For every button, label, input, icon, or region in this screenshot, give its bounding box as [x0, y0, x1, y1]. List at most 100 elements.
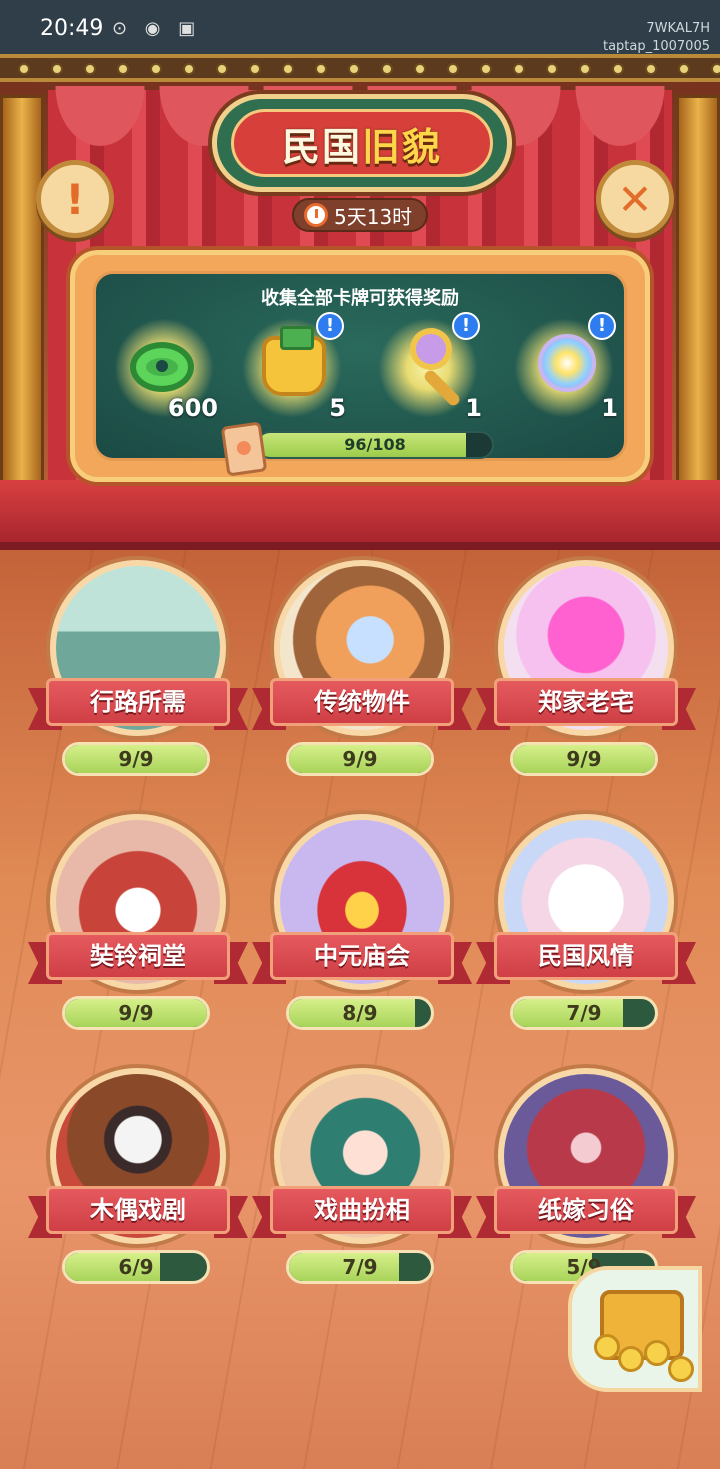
info-badge-icon[interactable]: !: [316, 312, 344, 340]
close-icon: ✕: [617, 174, 653, 224]
coin-icon: [594, 1334, 620, 1360]
reward-panel: 收集全部卡牌可获得奖励 600 ! 5 ! 1 ! 1 96/108: [70, 250, 650, 482]
collection-progress-text: 96/108: [344, 435, 406, 454]
category-card[interactable]: 木偶戏剧 6/9: [28, 1068, 248, 1298]
category-progress-text: 9/9: [342, 747, 378, 771]
coin-icon: [644, 1340, 670, 1366]
category-progress-bar: 6/9: [62, 1250, 210, 1284]
coin-icon: [618, 1346, 644, 1372]
treasure-chest-icon: [262, 326, 326, 396]
category-ribbon: 郑家老宅: [476, 678, 696, 730]
category-progress-text: 9/9: [118, 747, 154, 771]
reward-jade-coin[interactable]: 600: [104, 318, 224, 428]
category-label: 奘铃祠堂: [46, 932, 230, 980]
category-card[interactable]: 郑家老宅 9/9: [476, 560, 696, 790]
category-progress-bar: 7/9: [510, 996, 658, 1030]
category-label: 中元庙会: [270, 932, 454, 980]
category-card[interactable]: 奘铃祠堂 9/9: [28, 814, 248, 1044]
treasure-button[interactable]: [568, 1266, 702, 1392]
category-card[interactable]: 戏曲扮相 7/9: [252, 1068, 472, 1298]
status-time: 20:49: [40, 16, 104, 41]
stage-light-icon: [18, 63, 30, 75]
category-ribbon: 民国风情: [476, 932, 696, 984]
stage-light-icon: [381, 63, 393, 75]
timer-text: 5天13时: [334, 204, 413, 229]
category-label: 行路所需: [46, 678, 230, 726]
category-card[interactable]: 中元庙会 8/9: [252, 814, 472, 1044]
stage-light-icon: [51, 63, 63, 75]
stage-light-icon: [84, 63, 96, 75]
stage-light-icon: [216, 63, 228, 75]
reward-count: 1: [601, 394, 618, 422]
stage-light-icon: [414, 63, 426, 75]
watermark-line1: 7WKAL7H: [646, 21, 710, 36]
watermark: 7WKAL7H taptap_1007005: [603, 20, 710, 56]
info-badge-icon[interactable]: !: [588, 312, 616, 340]
category-card[interactable]: 行路所需 9/9: [28, 560, 248, 790]
category-progress-bar: 7/9: [286, 1250, 434, 1284]
category-progress-text: 7/9: [342, 1255, 378, 1279]
reward-count: 600: [167, 394, 218, 422]
info-button[interactable]: !: [36, 160, 114, 238]
category-label: 纸嫁习俗: [494, 1186, 678, 1234]
category-card[interactable]: 民国风情 7/9: [476, 814, 696, 1044]
category-ribbon: 戏曲扮相: [252, 1186, 472, 1238]
stage-light-icon: [645, 63, 657, 75]
stage-light-icon: [513, 63, 525, 75]
category-ribbon: 木偶戏剧: [28, 1186, 248, 1238]
reward-count: 1: [465, 394, 482, 422]
category-label: 木偶戏剧: [46, 1186, 230, 1234]
reward-panel-title: 收集全部卡牌可获得奖励: [261, 288, 459, 309]
stage-light-icon: [612, 63, 624, 75]
category-progress-bar: 9/9: [62, 996, 210, 1030]
reward-golden-mirror[interactable]: ! 1: [368, 312, 488, 428]
magic-orb-icon: [538, 334, 596, 392]
category-progress-text: 9/9: [566, 747, 602, 771]
page-title: 民国 旧貌: [231, 109, 493, 177]
category-label: 郑家老宅: [494, 678, 678, 726]
event-title-plate: 民国 旧貌: [212, 94, 512, 192]
category-ribbon: 中元庙会: [252, 932, 472, 984]
stage-light-icon: [117, 63, 129, 75]
reward-panel-inner: 收集全部卡牌可获得奖励 600 ! 5 ! 1 ! 1 96/108: [93, 271, 627, 477]
stage-floor: [0, 480, 720, 550]
category-label: 传统物件: [270, 678, 454, 726]
stage-light-icon: [579, 63, 591, 75]
category-card[interactable]: 传统物件 9/9: [252, 560, 472, 790]
category-ribbon: 奘铃祠堂: [28, 932, 248, 984]
stage-light-icon: [183, 63, 195, 75]
category-progress-bar: 9/9: [510, 742, 658, 776]
stage-light-icon: [348, 63, 360, 75]
category-label: 戏曲扮相: [270, 1186, 454, 1234]
category-progress-bar: 9/9: [286, 742, 434, 776]
stage-light-icon: [315, 63, 327, 75]
stage-light-icon: [711, 63, 720, 75]
stage-light-icon: [546, 63, 558, 75]
status-bar: 20:49 ⊙ ◉ ▣ 7WKAL7H taptap_1007005: [0, 0, 720, 60]
title-part2: 旧貌: [362, 124, 443, 169]
clock-icon: [304, 203, 328, 227]
right-pillar: [676, 95, 720, 505]
coin-icon: [668, 1356, 694, 1382]
status-notification-icons: ⊙ ◉ ▣: [112, 18, 202, 39]
collection-progress-bar: 96/108: [256, 431, 494, 459]
info-badge-icon[interactable]: !: [452, 312, 480, 340]
category-label: 民国风情: [494, 932, 678, 980]
category-progress-text: 8/9: [342, 1001, 378, 1025]
reward-treasure-chest[interactable]: ! 5: [232, 312, 352, 428]
category-card[interactable]: 纸嫁习俗 5/9: [476, 1068, 696, 1298]
stage-light-icon: [678, 63, 690, 75]
reward-magic-orb[interactable]: ! 1: [504, 312, 624, 428]
category-ribbon: 行路所需: [28, 678, 248, 730]
stage-light-icon: [447, 63, 459, 75]
stage-light-icon: [282, 63, 294, 75]
close-button[interactable]: ✕: [596, 160, 674, 238]
category-progress-text: 9/9: [118, 1001, 154, 1025]
jade-coin-icon: [130, 342, 194, 392]
stage-light-icon: [249, 63, 261, 75]
category-progress-bar: 9/9: [62, 742, 210, 776]
stage-light-icon: [150, 63, 162, 75]
left-pillar: [0, 95, 44, 505]
stage-light-rail: [0, 54, 720, 82]
reward-count: 5: [329, 394, 346, 422]
